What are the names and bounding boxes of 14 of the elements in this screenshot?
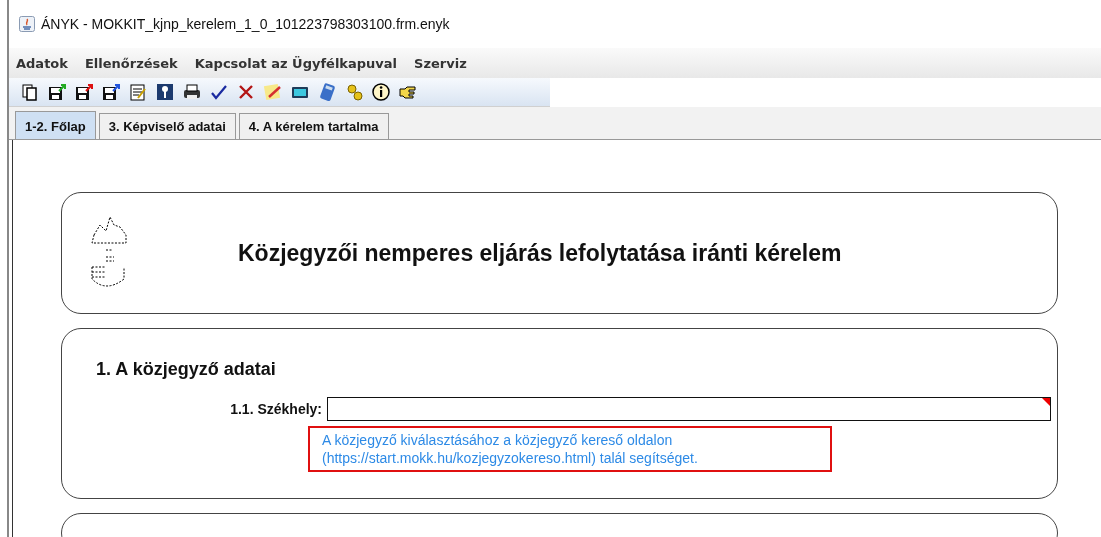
menu-item[interactable]: Szerviz xyxy=(414,55,467,71)
section-title: 1. A közjegyző adatai xyxy=(96,359,277,380)
app-icon xyxy=(19,16,35,32)
field-label: 1.1. Székhely: xyxy=(229,401,322,417)
tab[interactable]: 4. A kérelem tartalma xyxy=(238,113,389,139)
window-title: ÁNYK - MOKKIT_kjnp_kerelem_1_0_101223798303100.frm.enyk xyxy=(41,16,450,32)
input-field[interactable] xyxy=(327,397,1051,421)
menu-item[interactable]: Kapcsolat az Ügyfélkapuval xyxy=(194,55,398,71)
tab[interactable]: 3. Képviselő adatai xyxy=(98,113,236,139)
tab[interactable]: 1-2. Főlap xyxy=(15,111,96,139)
help-text: A közjegyző kiválasztásához a közjegyző kereső oldalon (https://start.mokk.hu/kozjegyzokereso.html) talál segítséget. xyxy=(308,426,832,472)
menu-item[interactable]: Adatok xyxy=(16,55,68,71)
form-title: Közjegyzői nemperes eljárás lefolytatása iránti kérelem xyxy=(238,239,842,267)
menu-item[interactable]: Ellenőrzések xyxy=(84,55,178,71)
